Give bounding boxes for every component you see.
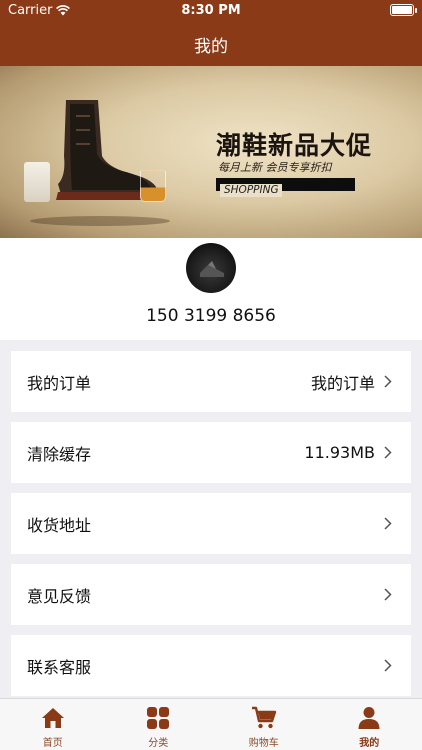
phone-number: 150 3199 8656	[146, 306, 276, 326]
shoe-shadow	[30, 216, 170, 226]
menu-item-label: 清除缓存	[27, 444, 92, 464]
tab-label: 我的	[359, 738, 380, 749]
tab-label: 分类	[148, 738, 169, 749]
cart-icon	[251, 705, 277, 731]
menu-item-feedback[interactable]: 意见反馈	[11, 564, 411, 625]
menu-item-label: 意见反馈	[27, 586, 92, 606]
menu-item-customer-service[interactable]: 联系客服	[11, 635, 411, 696]
whisky-glass-decoration	[140, 170, 166, 202]
menu-item-label: 收货地址	[27, 515, 92, 535]
page-title: 我的	[194, 36, 228, 57]
chevron-right-icon	[381, 375, 395, 389]
clock: 8:30 PM	[181, 3, 241, 18]
menu-item-label: 我的订单	[27, 373, 92, 393]
tab-profile[interactable]: 我的	[317, 699, 422, 750]
tab-home[interactable]: 首页	[0, 699, 106, 750]
cache-size-value: 11.93MB	[304, 443, 375, 462]
menu-item-shipping-address[interactable]: 收货地址	[11, 493, 411, 554]
banner-tag-label: SHOPPING	[220, 184, 282, 197]
home-icon	[40, 705, 66, 731]
promo-banner[interactable]: 潮鞋新品大促 每月上新 会员专享折扣 SHOPPING	[0, 66, 422, 238]
battery-icon	[390, 4, 417, 16]
tab-cart[interactable]: 购物车	[211, 699, 317, 750]
tab-category[interactable]: 分类	[106, 699, 212, 750]
category-icon	[145, 705, 171, 731]
chevron-right-icon	[381, 517, 395, 531]
shoe-avatar-icon	[200, 261, 224, 277]
menu-item-label: 联系客服	[27, 657, 92, 677]
banner-headline: 潮鞋新品大促	[216, 131, 373, 160]
banner-tag: SHOPPING	[216, 178, 355, 197]
menu-item-clear-cache[interactable]: 清除缓存 11.93MB	[11, 422, 411, 483]
nav-bar: 我的	[0, 22, 422, 66]
chevron-right-icon	[381, 588, 395, 602]
tab-label: 购物车	[248, 738, 279, 749]
chevron-right-icon	[381, 446, 395, 460]
profile-section: 150 3199 8656	[0, 238, 422, 340]
menu-item-value: 我的订单	[310, 373, 375, 393]
person-icon	[356, 705, 382, 731]
banner-subline: 每月上新 会员专享折扣	[218, 161, 332, 174]
status-bar: Carrier 8:30 PM	[0, 0, 422, 22]
chevron-right-icon	[381, 659, 395, 673]
tab-label: 首页	[42, 738, 63, 749]
avatar[interactable]	[186, 243, 236, 293]
menu-item-my-orders[interactable]: 我的订单 我的订单	[11, 351, 411, 412]
tab-bar: 首页 分类 购物车 我的	[0, 698, 422, 750]
